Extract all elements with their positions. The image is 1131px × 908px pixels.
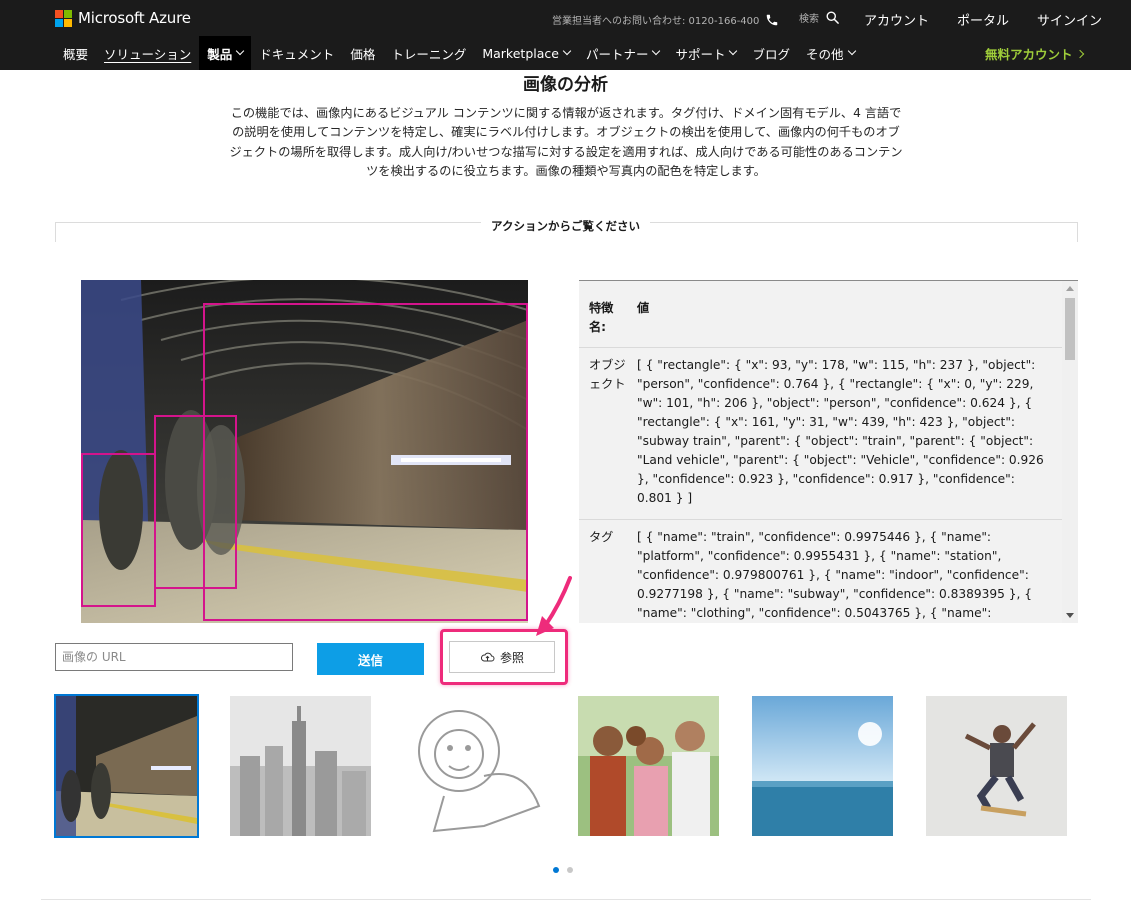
nav-training[interactable]: トレーニング (383, 36, 474, 70)
chevron-right-icon (1075, 49, 1084, 58)
phone-icon (767, 14, 778, 25)
image-url-input[interactable] (55, 643, 293, 671)
scrollbar-thumb[interactable] (1065, 298, 1075, 360)
tags-key: タグ (589, 530, 614, 544)
account-links: アカウント ポータル サインイン (864, 10, 1102, 29)
subway-thumbnail (56, 696, 197, 836)
scroll-up-arrow-icon[interactable] (1066, 286, 1074, 291)
city-thumbnail (230, 696, 371, 836)
results-header-row: 特徴名: 値 (579, 281, 1062, 348)
carousel-pagination (553, 867, 573, 873)
objects-row: オブジェクト [ { "rectangle": { "x": 93, "y": … (579, 348, 1062, 520)
tags-row: タグ [ { "name": "train", "confidence": 0.… (579, 520, 1062, 623)
contact-text: 営業担当者へのお問い合わせ: 0120-166-400 (552, 16, 760, 27)
section-description: この機能では、画像内にあるビジュアル コンテンツに関する情報が返されます。タグ付… (229, 106, 903, 178)
portal-link[interactable]: ポータル (957, 10, 1009, 29)
ocean-thumbnail (752, 696, 893, 836)
feature-name-header: 特徴名: (589, 301, 614, 334)
detected-object-box-subway-train (203, 303, 528, 621)
lion-thumbnail (404, 696, 545, 836)
nav-partners[interactable]: パートナー (578, 36, 668, 70)
brand-name: Microsoft Azure (78, 9, 191, 27)
nav-blog[interactable]: ブログ (744, 36, 798, 70)
nav-documentation[interactable]: ドキュメント (251, 36, 342, 70)
pointer-arrow-annotation (536, 576, 572, 636)
sample-image-family[interactable] (578, 696, 719, 836)
search-button[interactable]: 検索 (799, 10, 840, 25)
sign-in-link[interactable]: サインイン (1037, 10, 1102, 29)
objects-value: [ { "rectangle": { "x": 93, "y": 178, "w… (637, 358, 1044, 505)
page-title: 画像の分析 (523, 75, 608, 95)
value-header: 値 (637, 301, 650, 315)
action-label: アクションからご覧ください (481, 219, 650, 233)
main-nav: 概要 ソリューション 製品 ドキュメント 価格 トレーニング Marketpla… (55, 36, 863, 70)
carousel-dot-1[interactable] (553, 867, 559, 873)
sample-image-subway[interactable] (54, 694, 199, 838)
sample-image-skateboarder[interactable] (926, 696, 1067, 836)
detected-object-box-person-2 (81, 453, 156, 607)
nav-products[interactable]: 製品 (199, 36, 252, 70)
chevron-down-icon (652, 46, 661, 56)
section-bottom-divider (41, 899, 1091, 900)
chevron-down-icon (729, 46, 738, 56)
browse-label: 参照 (499, 650, 524, 665)
nav-solutions[interactable]: ソリューション (96, 36, 199, 70)
search-icon (826, 11, 839, 24)
tags-value: [ { "name": "train", "confidence": 0.997… (637, 530, 1033, 620)
objects-key: オブジェクト (589, 358, 626, 391)
microsoft-azure-logo[interactable]: Microsoft Azure (55, 9, 191, 27)
nav-support[interactable]: サポート (667, 36, 744, 70)
sample-image-lion-drawing[interactable] (404, 696, 545, 836)
account-link[interactable]: アカウント (864, 10, 929, 29)
nav-pricing[interactable]: 価格 (342, 36, 383, 70)
free-account-link[interactable]: 無料アカウント (985, 44, 1084, 63)
nav-overview[interactable]: 概要 (55, 36, 96, 70)
cloud-upload-icon (480, 652, 495, 662)
family-thumbnail (578, 696, 719, 836)
search-label: 検索 (799, 14, 819, 25)
scroll-down-arrow-icon[interactable] (1066, 613, 1074, 618)
nav-marketplace[interactable]: Marketplace (474, 36, 578, 70)
top-header: Microsoft Azure 営業担当者へのお問い合わせ: 0120-166-… (0, 0, 1131, 70)
analyzed-image (81, 280, 528, 623)
carousel-dot-2[interactable] (567, 867, 573, 873)
nav-more[interactable]: その他 (798, 36, 863, 70)
chevron-down-icon (562, 46, 572, 56)
chevron-down-icon (236, 46, 245, 56)
sample-image-city-skyline[interactable] (230, 696, 371, 836)
chevron-down-icon (847, 46, 856, 56)
sample-image-ocean[interactable] (752, 696, 893, 836)
microsoft-logo-icon (55, 9, 72, 27)
browse-button[interactable]: 参照 (449, 641, 555, 673)
analysis-results-panel[interactable]: 特徴名: 値 オブジェクト [ { "rectangle": { "x": 93… (579, 280, 1078, 623)
action-label-wrapper: アクションからご覧ください (0, 215, 1131, 234)
submit-button[interactable]: 送信 (317, 643, 424, 675)
skateboarder-thumbnail (926, 696, 1067, 836)
results-scrollbar[interactable] (1062, 281, 1078, 623)
sales-contact[interactable]: 営業担当者へのお問い合わせ: 0120-166-400 (552, 12, 779, 27)
